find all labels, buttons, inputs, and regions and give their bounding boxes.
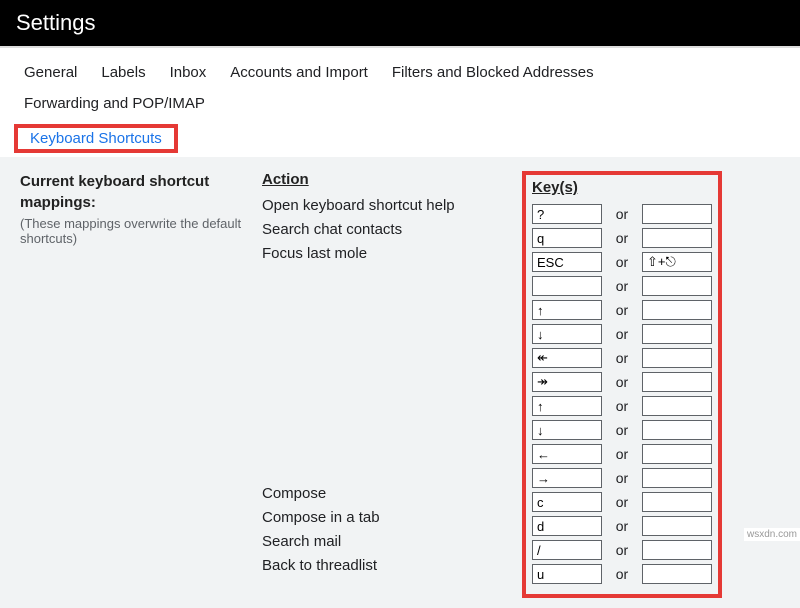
key-input-secondary[interactable] bbox=[642, 228, 712, 248]
key-input-secondary[interactable] bbox=[642, 540, 712, 560]
key-input-secondary[interactable] bbox=[642, 324, 712, 344]
key-input-primary[interactable] bbox=[532, 540, 602, 560]
key-row: or bbox=[532, 370, 712, 394]
action-item: Focus last mole bbox=[262, 242, 522, 266]
key-input-secondary[interactable] bbox=[642, 468, 712, 488]
key-input-secondary[interactable] bbox=[642, 444, 712, 464]
key-row: or bbox=[532, 274, 712, 298]
key-input-secondary[interactable] bbox=[642, 492, 712, 512]
key-input-primary[interactable] bbox=[532, 396, 602, 416]
key-row: or bbox=[532, 538, 712, 562]
key-row: or bbox=[532, 394, 712, 418]
or-label: or bbox=[602, 206, 642, 222]
action-item: Search mail bbox=[262, 530, 522, 554]
key-row: or bbox=[532, 490, 712, 514]
settings-content: Current keyboard shortcut mappings: (The… bbox=[0, 157, 800, 608]
or-label: or bbox=[602, 542, 642, 558]
key-row: or bbox=[532, 202, 712, 226]
key-input-primary[interactable] bbox=[532, 204, 602, 224]
or-label: or bbox=[602, 566, 642, 582]
tab-accounts[interactable]: Accounts and Import bbox=[226, 60, 380, 91]
tab-active-highlight: Keyboard Shortcuts bbox=[14, 124, 178, 153]
key-input-primary[interactable] bbox=[532, 492, 602, 512]
section-subtitle: (These mappings overwrite the default sh… bbox=[20, 216, 262, 246]
tab-inbox[interactable]: Inbox bbox=[166, 60, 219, 91]
or-label: or bbox=[602, 254, 642, 270]
key-input-secondary[interactable] bbox=[642, 564, 712, 584]
tab-labels[interactable]: Labels bbox=[97, 60, 157, 91]
or-label: or bbox=[602, 422, 642, 438]
or-label: or bbox=[602, 350, 642, 366]
key-input-primary[interactable] bbox=[532, 348, 602, 368]
keys-highlight-box: Key(s) or or or or or or or or or or or or or or or or bbox=[522, 171, 722, 598]
watermark: wsxdn.com bbox=[744, 528, 800, 541]
key-input-secondary[interactable] bbox=[642, 420, 712, 440]
key-input-secondary[interactable] bbox=[642, 204, 712, 224]
key-input-primary[interactable] bbox=[532, 276, 602, 296]
key-input-primary[interactable] bbox=[532, 372, 602, 392]
key-input-secondary[interactable] bbox=[642, 516, 712, 536]
page-header: Settings bbox=[0, 0, 800, 46]
or-label: or bbox=[602, 302, 642, 318]
key-row: or bbox=[532, 442, 712, 466]
key-input-primary[interactable] bbox=[532, 516, 602, 536]
section-title: Current keyboard shortcut mappings: bbox=[20, 171, 262, 213]
key-input-primary[interactable] bbox=[532, 420, 602, 440]
key-row: or bbox=[532, 514, 712, 538]
or-label: or bbox=[602, 374, 642, 390]
tab-forwarding[interactable]: Forwarding and POP/IMAP bbox=[20, 91, 217, 122]
keys-column: Key(s) or or or or or or or or or or or or or or or or bbox=[522, 171, 722, 598]
or-label: or bbox=[602, 446, 642, 462]
key-input-primary[interactable] bbox=[532, 300, 602, 320]
key-input-primary[interactable] bbox=[532, 564, 602, 584]
page-title: Settings bbox=[16, 10, 96, 35]
actions-column: Action Open keyboard shortcut help Searc… bbox=[262, 171, 522, 578]
or-label: or bbox=[602, 518, 642, 534]
keys-header: Key(s) bbox=[532, 179, 712, 196]
or-label: or bbox=[602, 278, 642, 294]
key-input-primary[interactable] bbox=[532, 324, 602, 344]
key-input-primary[interactable] bbox=[532, 228, 602, 248]
key-input-primary[interactable] bbox=[532, 468, 602, 488]
action-item: Compose in a tab bbox=[262, 506, 522, 530]
or-label: or bbox=[602, 494, 642, 510]
key-input-secondary[interactable] bbox=[642, 276, 712, 296]
key-row: or bbox=[532, 466, 712, 490]
action-item: Back to threadlist bbox=[262, 554, 522, 578]
key-input-secondary[interactable] bbox=[642, 396, 712, 416]
settings-tabs: General Labels Inbox Accounts and Import… bbox=[0, 46, 800, 157]
key-input-primary[interactable] bbox=[532, 444, 602, 464]
or-label: or bbox=[602, 470, 642, 486]
key-row: or bbox=[532, 346, 712, 370]
key-row: or bbox=[532, 562, 712, 586]
key-row: or bbox=[532, 418, 712, 442]
section-description: Current keyboard shortcut mappings: (The… bbox=[20, 171, 262, 246]
or-label: or bbox=[602, 398, 642, 414]
action-item: Search chat contacts bbox=[262, 218, 522, 242]
key-input-secondary[interactable] bbox=[642, 372, 712, 392]
tab-keyboard-shortcuts[interactable]: Keyboard Shortcuts bbox=[24, 126, 168, 151]
or-label: or bbox=[602, 230, 642, 246]
action-item: Compose bbox=[262, 482, 522, 506]
key-input-primary[interactable] bbox=[532, 252, 602, 272]
actions-header: Action bbox=[262, 171, 522, 188]
key-row: or bbox=[532, 298, 712, 322]
key-input-secondary[interactable] bbox=[642, 348, 712, 368]
actions-spacer bbox=[262, 266, 522, 482]
tab-filters[interactable]: Filters and Blocked Addresses bbox=[388, 60, 606, 91]
key-row: or bbox=[532, 226, 712, 250]
action-item: Open keyboard shortcut help bbox=[262, 194, 522, 218]
key-row: or bbox=[532, 250, 712, 274]
key-input-secondary[interactable] bbox=[642, 252, 712, 272]
key-row: or bbox=[532, 322, 712, 346]
key-input-secondary[interactable] bbox=[642, 300, 712, 320]
or-label: or bbox=[602, 326, 642, 342]
tab-general[interactable]: General bbox=[20, 60, 89, 91]
